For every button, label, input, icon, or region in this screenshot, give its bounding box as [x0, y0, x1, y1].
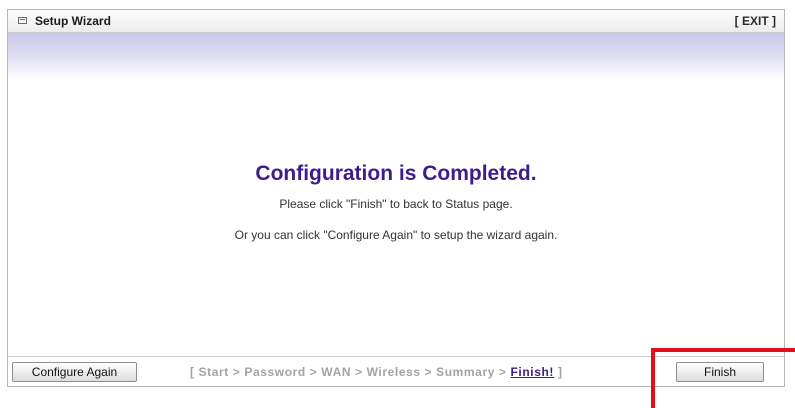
wizard-panel: Setup Wizard [ EXIT ] Configuration is C… — [7, 9, 785, 387]
current-step: Finish! — [510, 365, 555, 379]
finish-button[interactable]: Finish — [676, 362, 764, 382]
completion-message: Configuration is Completed. Please click… — [8, 160, 784, 243]
window-icon — [18, 17, 27, 24]
header-gradient-band — [8, 33, 784, 79]
page-title: Setup Wizard — [35, 14, 111, 28]
completion-heading: Configuration is Completed. — [255, 162, 537, 185]
configure-again-instruction: Or you can click "Configure Again" to se… — [234, 228, 558, 242]
exit-link[interactable]: [ EXIT ] — [735, 14, 776, 28]
wizard-steps-breadcrumb: [ Start > Password > WAN > Wireless > Su… — [190, 365, 563, 379]
steps-suffix: ] — [554, 365, 563, 379]
title-bar: Setup Wizard [ EXIT ] — [8, 10, 784, 33]
steps-prefix: [ Start > Password > WAN > Wireless > Su… — [190, 365, 511, 379]
finish-instruction: Please click "Finish" to back to Status … — [279, 197, 513, 211]
footer-divider — [8, 356, 784, 357]
configure-again-button[interactable]: Configure Again — [12, 362, 137, 382]
